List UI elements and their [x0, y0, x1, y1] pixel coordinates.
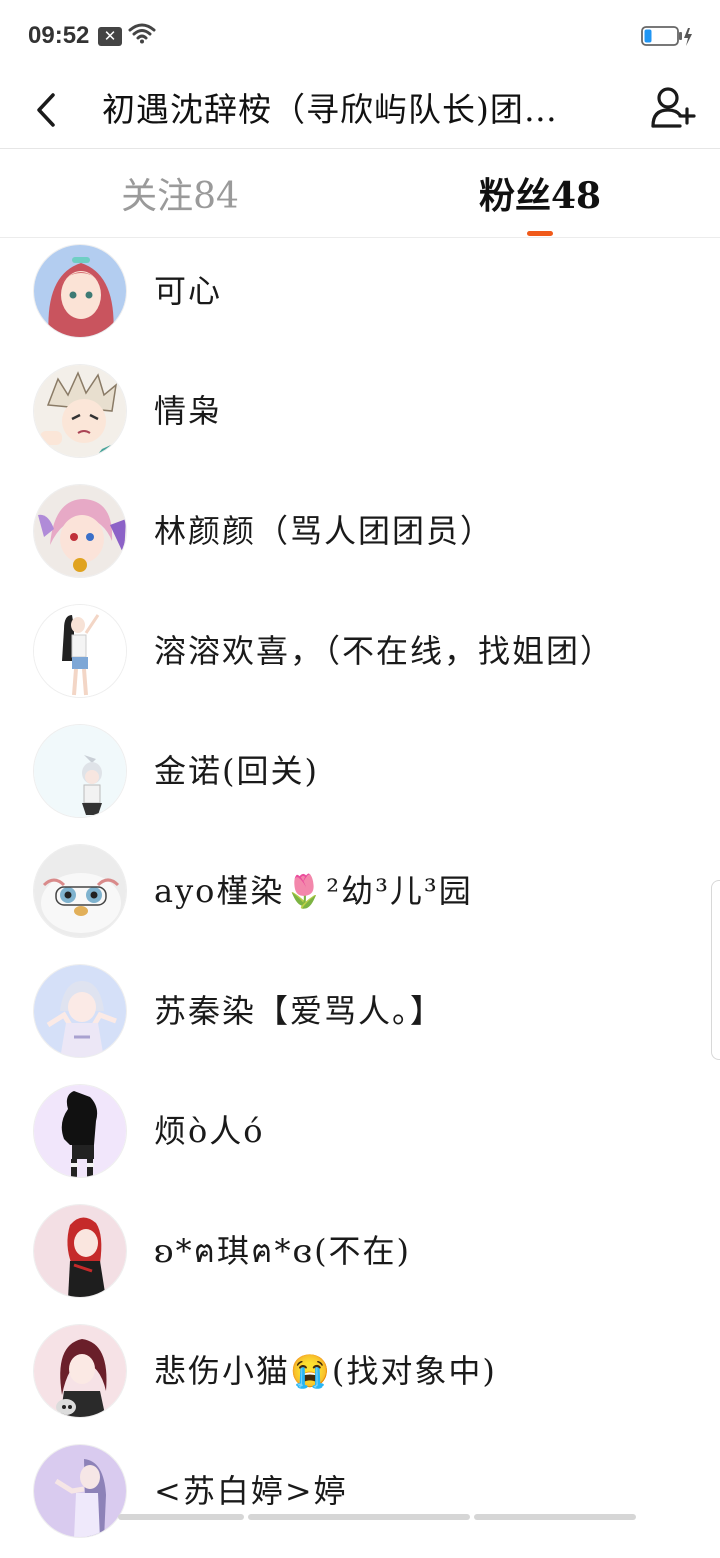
list-item[interactable]: 可心: [0, 238, 720, 358]
avatar[interactable]: [33, 1324, 127, 1418]
list-item[interactable]: 情枭: [0, 358, 720, 478]
avatar[interactable]: [33, 964, 127, 1058]
side-scroll-handle[interactable]: [711, 880, 720, 1060]
tab-bar: 关注84 粉丝48: [0, 149, 720, 237]
follower-name: 金诺(回关): [154, 752, 319, 790]
tab-following[interactable]: 关注84: [60, 149, 300, 237]
follower-name: 林颜颜（骂人团团员）: [154, 512, 495, 550]
follower-name: 可心: [154, 272, 223, 310]
list-item[interactable]: 林颜颜（骂人团团员）: [0, 478, 720, 598]
follower-name: 溶溶欢喜，（不在线，找姐团）: [154, 632, 615, 670]
bottom-bar: [118, 1514, 244, 1520]
list-item[interactable]: 溶溶欢喜，（不在线，找姐团）: [0, 598, 720, 718]
follower-name: 情枭: [154, 392, 223, 430]
avatar[interactable]: [33, 484, 127, 578]
notification-icon: ✕: [98, 27, 122, 46]
active-tab-indicator: [527, 231, 553, 236]
add-user-icon: [651, 87, 696, 128]
list-item[interactable]: ayo槿染🌷²幼³儿³园: [0, 838, 720, 958]
list-item[interactable]: 烦ò人ó: [0, 1078, 720, 1198]
list-item[interactable]: <苏白婷>婷: [0, 1438, 720, 1558]
avatar[interactable]: [33, 1444, 127, 1538]
bottom-bar: [248, 1514, 470, 1520]
status-time: 09:52: [28, 22, 90, 49]
list-item[interactable]: 金诺(回关): [0, 718, 720, 838]
avatar[interactable]: [33, 604, 127, 698]
avatar[interactable]: [33, 1204, 127, 1298]
back-button[interactable]: [26, 82, 66, 138]
follower-name: ʚ*ฅ琪ฅ*ɞ(不在): [154, 1232, 412, 1270]
follower-name: 烦ò人ó: [154, 1112, 265, 1150]
avatar[interactable]: [33, 244, 127, 338]
wifi-icon: [128, 22, 156, 48]
status-bar: 09:52 ✕: [0, 0, 720, 72]
avatar[interactable]: [33, 364, 127, 458]
follower-name: ayo槿染🌷²幼³儿³园: [154, 872, 473, 910]
add-user-button[interactable]: [648, 80, 698, 136]
follower-name: 悲伤小猫😭(找对象中): [154, 1352, 497, 1390]
bottom-bars: [118, 1514, 638, 1520]
chevron-left-icon: [37, 93, 55, 127]
header: 初遇沈辞桉（寻欣屿队长)团…: [0, 72, 720, 148]
follower-name: 苏秦染【爱骂人。】: [154, 992, 445, 1030]
battery-icon: [641, 26, 695, 52]
tab-followers[interactable]: 粉丝48: [420, 149, 660, 237]
bottom-bar: [474, 1514, 636, 1520]
list-item[interactable]: 苏秦染【爱骂人。】: [0, 958, 720, 1078]
list-item[interactable]: ʚ*ฅ琪ฅ*ɞ(不在): [0, 1198, 720, 1318]
avatar[interactable]: [33, 844, 127, 938]
avatar[interactable]: [33, 1084, 127, 1178]
list-item[interactable]: 悲伤小猫😭(找对象中): [0, 1318, 720, 1438]
followers-list: 可心 情枭 林颜颜（骂人团团员） 溶溶欢喜，（不在线，找姐团） 金诺(回关) a…: [0, 238, 720, 1558]
follower-name: <苏白婷>婷: [154, 1472, 348, 1510]
avatar[interactable]: [33, 724, 127, 818]
page-title: 初遇沈辞桉（寻欣屿队长)团…: [102, 90, 558, 129]
